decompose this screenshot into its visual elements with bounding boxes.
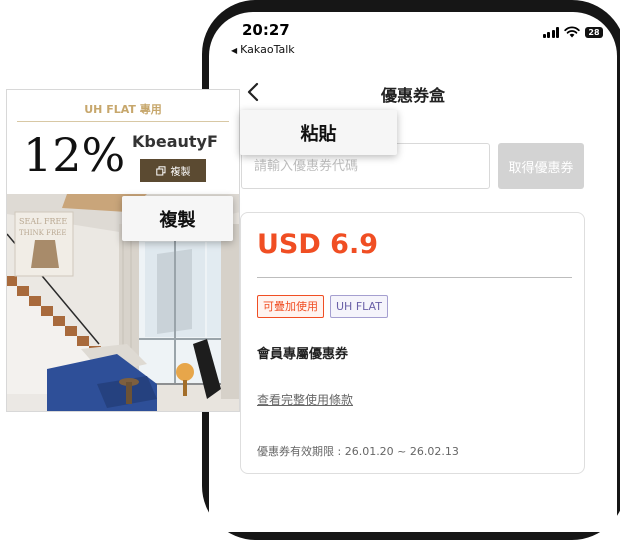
coupon-amount: USD 6.9 (257, 229, 379, 260)
phone-frame: 20:27 ◀KakaoTalk 28 優惠券盒 取得優惠券 USD 6.9 (202, 0, 620, 540)
copy-icon (155, 165, 165, 175)
coupon-tags: 可疊加使用 UH FLAT (257, 295, 388, 318)
terms-link[interactable]: 查看完整使用條款 (257, 391, 353, 408)
wifi-icon (564, 26, 580, 38)
back-triangle-icon: ◀ (231, 46, 238, 55)
promo-card: UH FLAT 專用 12% KbeautyF 複製 SEAL FREE THI… (6, 89, 240, 412)
battery-icon: 28 (585, 26, 603, 38)
status-time: 20:27 (242, 21, 290, 39)
page-title: 優惠券盒 (380, 86, 445, 105)
coupon-divider (257, 277, 572, 278)
copy-tooltip[interactable]: 複製 (122, 196, 233, 241)
tag-brand: UH FLAT (330, 295, 388, 318)
promo-divider (17, 121, 229, 122)
promo-code: KbeautyF (132, 132, 218, 151)
copy-code-label: 複製 (170, 167, 191, 178)
status-icons: 28 (542, 26, 603, 38)
promo-header: UH FLAT 專用 (84, 103, 162, 116)
tag-stackable: 可疊加使用 (257, 295, 324, 318)
get-coupon-button[interactable]: 取得優惠券 (498, 143, 584, 189)
poster-text-2: THINK FREE (19, 229, 66, 237)
phone-screen: 20:27 ◀KakaoTalk 28 優惠券盒 取得優惠券 USD 6.9 (209, 12, 617, 532)
status-back-app-label: KakaoTalk (240, 43, 295, 56)
signal-icon (542, 26, 559, 38)
paste-tooltip[interactable]: 粘貼 (240, 110, 397, 155)
promo-discount: 12% (23, 128, 126, 182)
status-back-app[interactable]: ◀ KakaoTalk (231, 43, 295, 56)
copy-code-button[interactable]: 複製 (140, 159, 206, 182)
coupon-name: 會員專屬優惠券 (257, 347, 349, 362)
coupon-card: USD 6.9 可疊加使用 UH FLAT 會員專屬優惠券 查看完整使用條款 優… (240, 212, 585, 474)
poster-text-1: SEAL FREE (19, 217, 67, 226)
coupon-validity: 優惠券有效期限 : 26.01.20 ~ 26.02.13 (257, 445, 459, 458)
